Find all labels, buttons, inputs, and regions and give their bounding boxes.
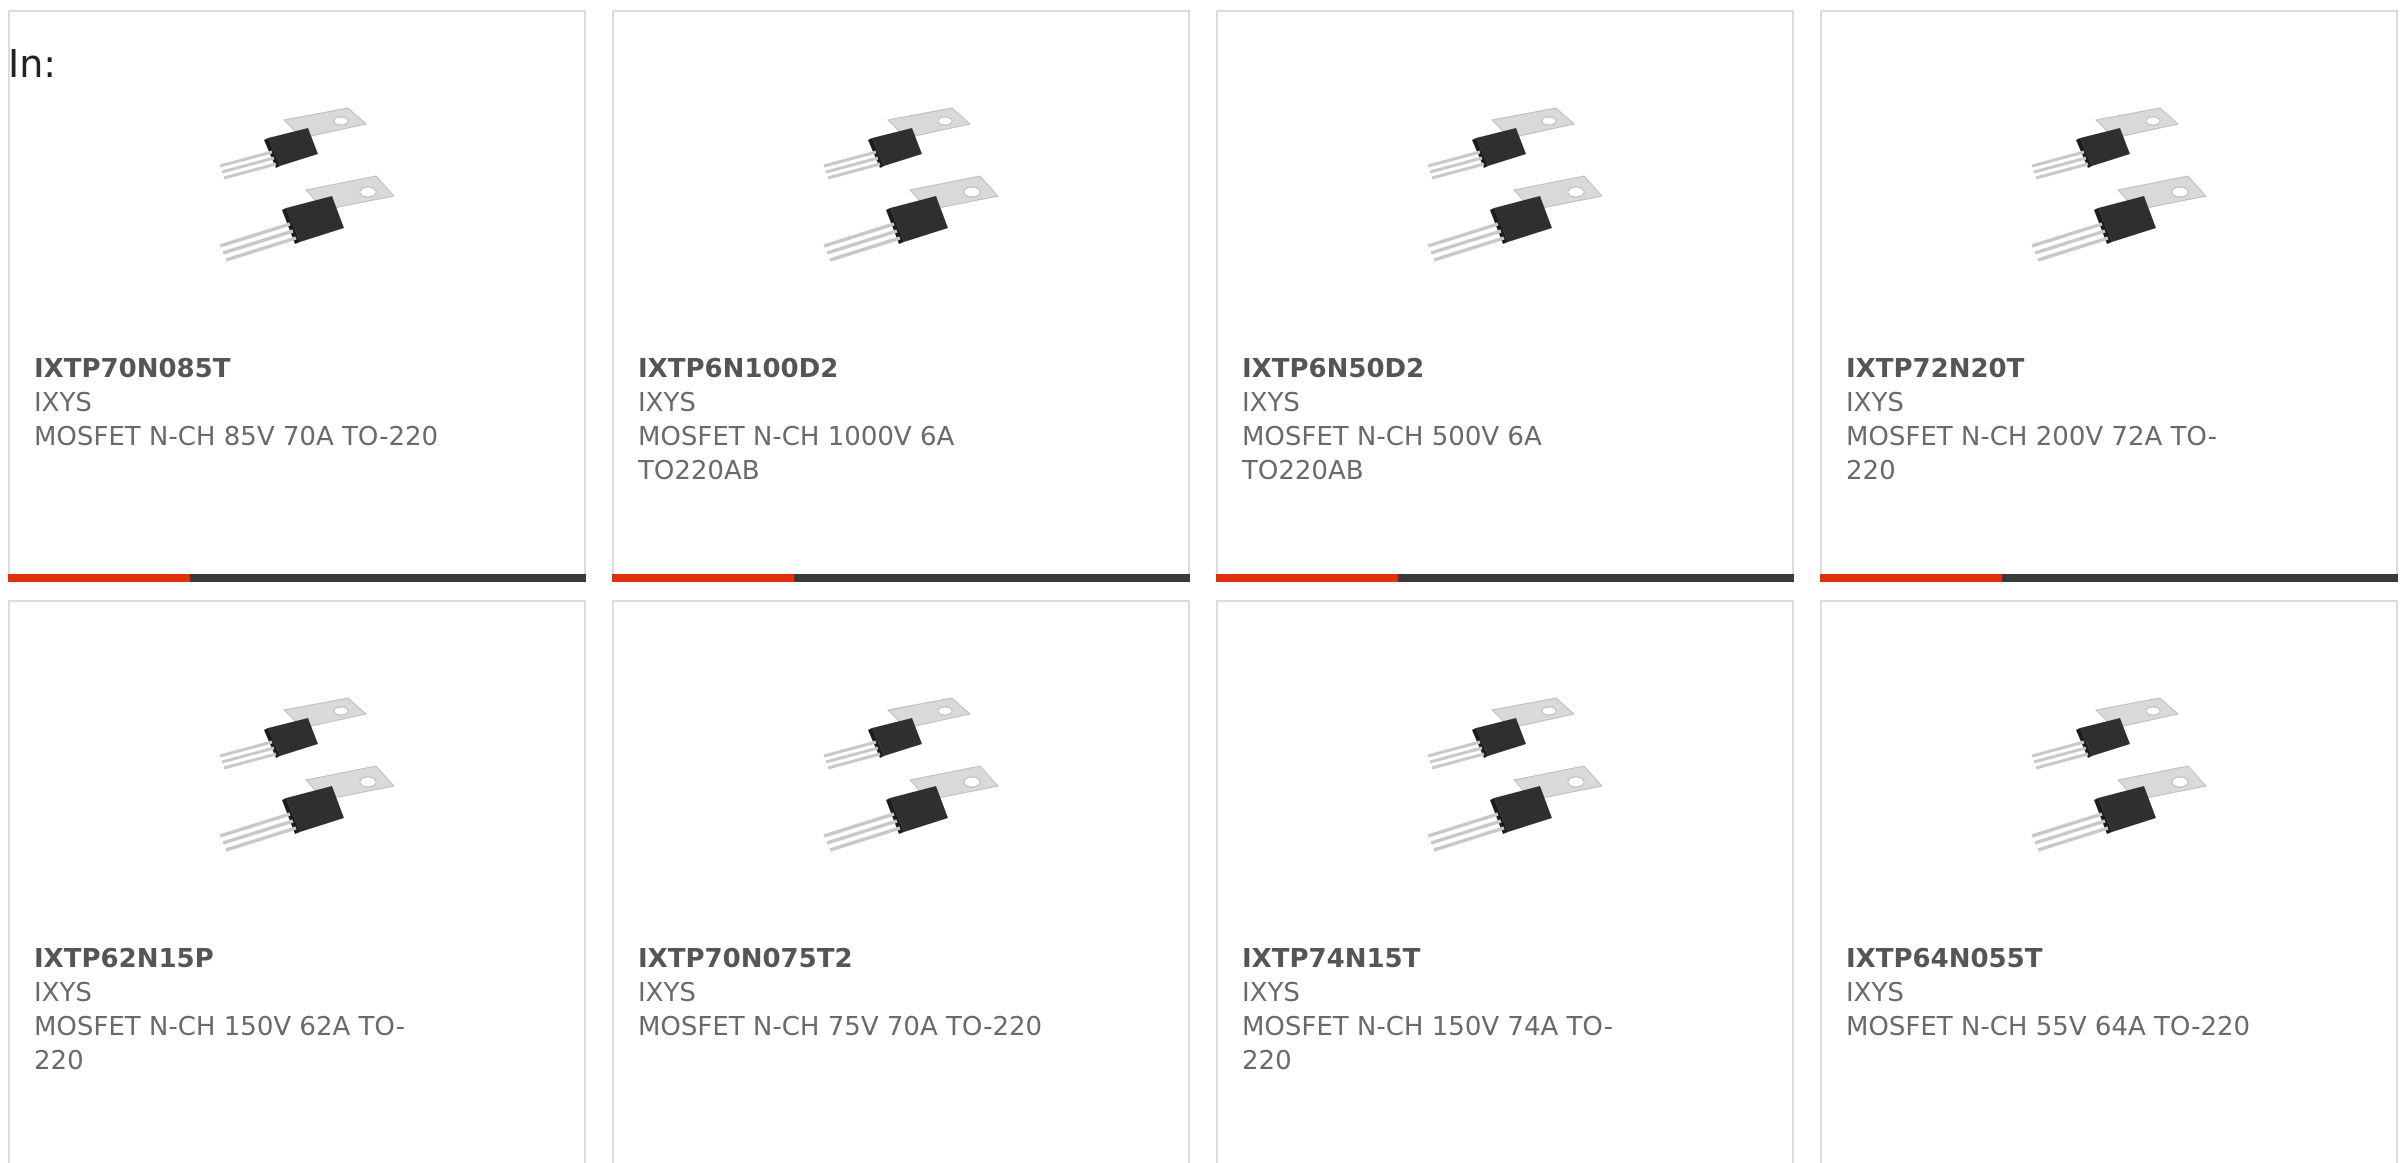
product-image[interactable]: [2010, 90, 2210, 290]
card-bottom-bar-accent: [1820, 574, 2002, 582]
product-brand: IXYS: [1242, 978, 1300, 1008]
product-image[interactable]: [802, 680, 1002, 880]
product-part-number[interactable]: IXTP72N20T: [1846, 352, 2266, 386]
product-part-number[interactable]: IXTP6N100D2: [638, 352, 1058, 386]
product-image[interactable]: [802, 90, 1002, 290]
product-description: MOSFET N-CH 75V 70A TO-220: [638, 1012, 1043, 1042]
product-description: MOSFET N-CH 500V 6A TO220AB: [1242, 422, 1542, 486]
product-info: IXTP72N20T IXYS MOSFET N-CH 200V 72A TO-…: [1846, 352, 2266, 488]
product-part-number[interactable]: IXTP70N075T2: [638, 942, 1058, 976]
product-brand: IXYS: [34, 388, 92, 418]
product-description: MOSFET N-CH 150V 74A TO-220: [1242, 1012, 1613, 1076]
product-card[interactable]: IXTP62N15P IXYS MOSFET N-CH 150V 62A TO-…: [8, 600, 586, 1163]
product-brand: IXYS: [638, 978, 696, 1008]
product-info: IXTP6N100D2 IXYS MOSFET N-CH 1000V 6A TO…: [638, 352, 1058, 488]
card-bottom-bar-accent: [612, 574, 794, 582]
product-card[interactable]: IXTP6N50D2 IXYS MOSFET N-CH 500V 6A TO22…: [1216, 10, 1794, 582]
product-grid: IXTP70N085T IXYS MOSFET N-CH 85V 70A TO-…: [8, 10, 2398, 1163]
product-image[interactable]: [2010, 680, 2210, 880]
to220-transistor-icon: [1427, 107, 1603, 262]
product-description: MOSFET N-CH 200V 72A TO-220: [1846, 422, 2217, 486]
product-info: IXTP70N085T IXYS MOSFET N-CH 85V 70A TO-…: [34, 352, 454, 454]
to220-transistor-icon: [1427, 697, 1603, 852]
product-part-number[interactable]: IXTP70N085T: [34, 352, 454, 386]
card-bottom-bar: [1820, 574, 2398, 582]
product-part-number[interactable]: IXTP62N15P: [34, 942, 454, 976]
product-image[interactable]: [198, 90, 398, 290]
product-part-number[interactable]: IXTP64N055T: [1846, 942, 2266, 976]
card-bottom-bar: [8, 574, 586, 582]
card-bottom-bar-accent: [8, 574, 190, 582]
card-bottom-bar: [612, 574, 1190, 582]
product-description: MOSFET N-CH 1000V 6A TO220AB: [638, 422, 955, 486]
product-listing-page: In: IXTP70N085T IXYS MOSFET N-CH 85V 70A…: [0, 0, 2400, 1163]
product-image[interactable]: [1406, 90, 1606, 290]
product-info: IXTP6N50D2 IXYS MOSFET N-CH 500V 6A TO22…: [1242, 352, 1662, 488]
to220-transistor-icon: [219, 697, 395, 852]
product-part-number[interactable]: IXTP6N50D2: [1242, 352, 1662, 386]
to220-transistor-icon: [2031, 697, 2207, 852]
product-image[interactable]: [1406, 680, 1606, 880]
product-card[interactable]: IXTP64N055T IXYS MOSFET N-CH 55V 64A TO-…: [1820, 600, 2398, 1163]
product-card[interactable]: IXTP70N085T IXYS MOSFET N-CH 85V 70A TO-…: [8, 10, 586, 582]
product-card[interactable]: IXTP70N075T2 IXYS MOSFET N-CH 75V 70A TO…: [612, 600, 1190, 1163]
product-description: MOSFET N-CH 150V 62A TO-220: [34, 1012, 405, 1076]
to220-transistor-icon: [823, 107, 999, 262]
product-brand: IXYS: [34, 978, 92, 1008]
product-brand: IXYS: [1242, 388, 1300, 418]
product-card[interactable]: IXTP6N100D2 IXYS MOSFET N-CH 1000V 6A TO…: [612, 10, 1190, 582]
product-card[interactable]: IXTP74N15T IXYS MOSFET N-CH 150V 74A TO-…: [1216, 600, 1794, 1163]
card-bottom-bar-accent: [1216, 574, 1398, 582]
product-info: IXTP64N055T IXYS MOSFET N-CH 55V 64A TO-…: [1846, 942, 2266, 1044]
product-part-number[interactable]: IXTP74N15T: [1242, 942, 1662, 976]
product-brand: IXYS: [1846, 978, 1904, 1008]
product-brand: IXYS: [1846, 388, 1904, 418]
product-brand: IXYS: [638, 388, 696, 418]
product-info: IXTP62N15P IXYS MOSFET N-CH 150V 62A TO-…: [34, 942, 454, 1078]
to220-transistor-icon: [2031, 107, 2207, 262]
product-image[interactable]: [198, 680, 398, 880]
to220-transistor-icon: [219, 107, 395, 262]
to220-transistor-icon: [823, 697, 999, 852]
in-label: In:: [8, 42, 57, 86]
card-bottom-bar: [1216, 574, 1794, 582]
product-info: IXTP74N15T IXYS MOSFET N-CH 150V 74A TO-…: [1242, 942, 1662, 1078]
product-info: IXTP70N075T2 IXYS MOSFET N-CH 75V 70A TO…: [638, 942, 1058, 1044]
product-card[interactable]: IXTP72N20T IXYS MOSFET N-CH 200V 72A TO-…: [1820, 10, 2398, 582]
product-description: MOSFET N-CH 55V 64A TO-220: [1846, 1012, 2251, 1042]
product-description: MOSFET N-CH 85V 70A TO-220: [34, 422, 439, 452]
